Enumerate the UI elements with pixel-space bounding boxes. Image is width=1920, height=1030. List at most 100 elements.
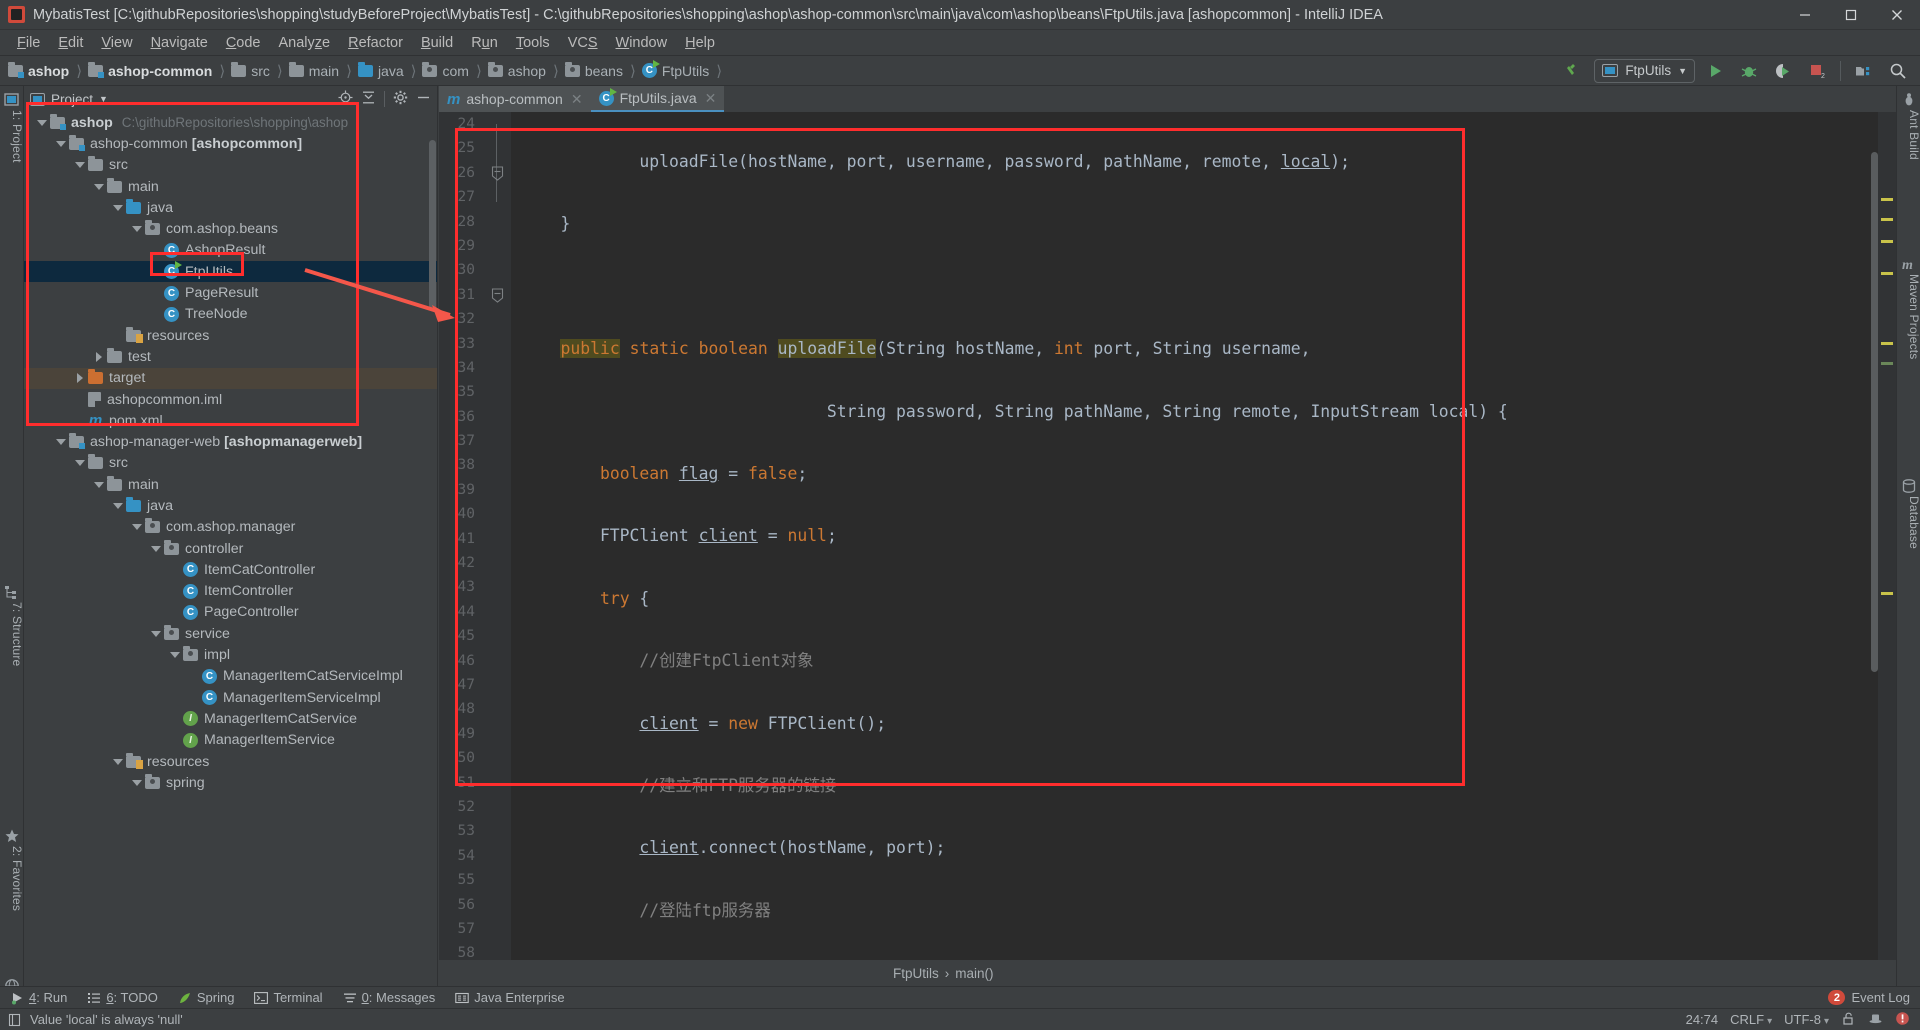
tab-ftputils-java[interactable]: C FtpUtils.java ✕ [590, 86, 725, 112]
tree-node-ftputils[interactable]: C FtpUtils [24, 261, 437, 283]
sidebar-item-ant-build[interactable]: Ant Build [1897, 110, 1920, 160]
tree-node-java[interactable]: java [24, 495, 437, 516]
menu-tools[interactable]: Tools [507, 32, 559, 54]
run-configuration-selector[interactable]: FtpUtils ▼ [1594, 58, 1695, 83]
gear-icon[interactable] [393, 90, 408, 108]
menu-run[interactable]: Run [462, 32, 507, 54]
sidebar-item-project[interactable]: 1: Project [0, 110, 24, 163]
file-encoding[interactable]: UTF-8 ▾ [1784, 1012, 1829, 1027]
menu-file[interactable]: File [8, 32, 49, 54]
run-with-coverage-icon[interactable] [1769, 58, 1797, 84]
lock-open-icon[interactable] [1841, 1011, 1856, 1029]
tree-node-ashop[interactable]: ashop C:\githubRepositories\shopping\asho… [24, 112, 437, 133]
tree-expander-open[interactable] [110, 204, 126, 211]
tree-expander-open[interactable] [53, 140, 69, 147]
breadcrumb-method[interactable]: main() [955, 966, 993, 981]
collapse-all-icon[interactable] [361, 90, 376, 108]
sidebar-item-maven-projects[interactable]: Maven Projects [1897, 274, 1920, 360]
event-log-label[interactable]: Event Log [1851, 990, 1910, 1005]
breadcrumb-ftputils[interactable]: C FtpUtils ⟩ [640, 59, 726, 83]
sidebar-item-database[interactable]: Database [1897, 496, 1920, 549]
breadcrumb-com[interactable]: com ⟩ [420, 59, 485, 83]
menu-edit[interactable]: Edit [49, 32, 92, 54]
tree-node-manageritemcatserviceimpl[interactable]: C ManagerItemCatServiceImpl [24, 666, 437, 687]
fold-expand-icon[interactable] [487, 288, 507, 306]
breadcrumb-class[interactable]: FtpUtils [893, 966, 939, 981]
line-separator[interactable]: CRLF ▾ [1730, 1012, 1772, 1027]
menu-navigate[interactable]: Navigate [142, 32, 217, 54]
bottom-item-todo[interactable]: 6: TODO [77, 987, 168, 1009]
close-icon[interactable]: ✕ [705, 90, 717, 107]
tree-expander-open[interactable] [110, 502, 126, 509]
warning-marker[interactable] [1881, 342, 1893, 345]
locate-icon[interactable] [338, 90, 353, 108]
tree-node-pom-xml[interactable]: m pom.xml [24, 410, 437, 431]
editor-vertical-scrollbar[interactable] [1871, 152, 1878, 672]
tree-node-ashop-common[interactable]: ashop-common [ashopcommon] [24, 133, 437, 154]
chevron-down-icon[interactable]: ▼ [99, 94, 108, 104]
breadcrumb-ashop[interactable]: ashop ⟩ [6, 59, 86, 83]
tree-node-pagecontroller[interactable]: C PageController [24, 602, 437, 623]
tree-node-java[interactable]: java [24, 197, 437, 218]
warning-marker[interactable] [1881, 240, 1893, 243]
tree-node-src[interactable]: src [24, 453, 437, 474]
tree-expander-open[interactable] [148, 545, 164, 552]
tree-node-resources[interactable]: resources [24, 751, 437, 772]
code-editor[interactable]: 24 25 26 27 28 29 30 31 32 33 34 35 36 37 38 39 40 41 42 43… [439, 112, 1896, 960]
caret-position[interactable]: 24:74 [1686, 1012, 1719, 1027]
tree-expander-open[interactable] [110, 758, 126, 765]
minimize-button[interactable] [1782, 0, 1828, 30]
tree-expander-open[interactable] [72, 460, 88, 467]
search-everywhere-icon[interactable] [1884, 58, 1912, 84]
bottom-item-java-enterprise[interactable]: Java Enterprise [445, 987, 574, 1009]
menu-build[interactable]: Build [412, 32, 462, 54]
menu-window[interactable]: Window [607, 32, 677, 54]
menu-help[interactable]: Help [676, 32, 724, 54]
breadcrumb-ashop-pkg[interactable]: ashop ⟩ [486, 59, 563, 83]
tree-node-ashop-manager-web[interactable]: ashop-manager-web [ashopmanagerweb] [24, 431, 437, 452]
close-icon[interactable]: ✕ [571, 91, 583, 108]
close-button[interactable] [1874, 0, 1920, 30]
tree-expander-open[interactable] [129, 524, 145, 531]
stop-icon[interactable]: 2 [1803, 58, 1831, 84]
breadcrumb-main[interactable]: main ⟩ [287, 59, 356, 83]
inspector-hat-icon[interactable] [1868, 1011, 1883, 1029]
tree-node-manageritemserviceimpl[interactable]: C ManagerItemServiceImpl [24, 687, 437, 708]
tree-expander-open[interactable] [148, 630, 164, 637]
tree-expander-open[interactable] [129, 779, 145, 786]
tree-expander-open[interactable] [34, 119, 50, 126]
warning-marker[interactable] [1881, 198, 1893, 201]
bottom-item-run[interactable]: 4: Run [0, 987, 77, 1009]
tree-node-resources[interactable]: resources [24, 325, 437, 346]
tree-node-pageresult[interactable]: C PageResult [24, 282, 437, 303]
warning-marker[interactable] [1881, 272, 1893, 275]
tree-expander-closed[interactable] [72, 373, 88, 384]
menu-code[interactable]: Code [217, 32, 270, 54]
breadcrumb-java[interactable]: java ⟩ [356, 59, 421, 83]
tree-node-service[interactable]: service [24, 623, 437, 644]
tree-expander-open[interactable] [91, 183, 107, 190]
breadcrumb-beans[interactable]: beans ⟩ [563, 59, 640, 83]
tree-node-ashopresult[interactable]: C AshopResult [24, 240, 437, 261]
tree-expander-open[interactable] [53, 439, 69, 446]
menu-view[interactable]: View [92, 32, 141, 54]
project-tree-scrollbar[interactable] [429, 140, 436, 310]
tree-expander-open[interactable] [167, 652, 183, 659]
breadcrumb-ashop-common[interactable]: ashop-common ⟩ [86, 59, 229, 83]
chevron-down-icon[interactable]: ▼ [1678, 66, 1687, 76]
project-structure-icon[interactable] [1850, 58, 1878, 84]
tree-expander-closed[interactable] [91, 351, 107, 362]
bottom-item-terminal[interactable]: Terminal [244, 987, 332, 1009]
tree-node-treenode[interactable]: C TreeNode [24, 304, 437, 325]
warning-marker[interactable] [1881, 218, 1893, 221]
build-hammer-icon[interactable] [1560, 58, 1588, 84]
tree-expander-open[interactable] [91, 481, 107, 488]
tree-node-impl[interactable]: impl [24, 644, 437, 665]
tree-node-main[interactable]: main [24, 474, 437, 495]
tree-node-manageritemservice[interactable]: I ManagerItemService [24, 730, 437, 751]
tree-node-main[interactable]: main [24, 176, 437, 197]
tree-node-itemcatcontroller[interactable]: C ItemCatController [24, 559, 437, 580]
tree-node-ashopcommon-iml[interactable]: ashopcommon.iml [24, 389, 437, 410]
warning-marker[interactable] [1881, 592, 1893, 595]
tab-ashop-common[interactable]: m ashop-common ✕ [439, 86, 591, 112]
